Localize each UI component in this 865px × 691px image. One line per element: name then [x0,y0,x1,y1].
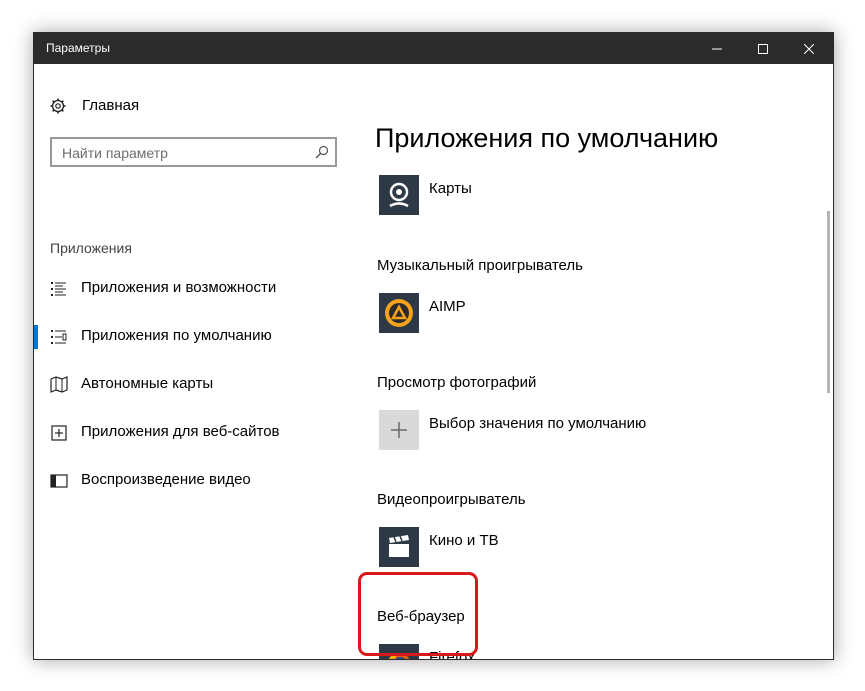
app-name: Выбор значения по умолчанию [429,415,647,432]
category-label: Просмотр фотографий [377,374,537,391]
gear-icon [50,98,66,114]
sidebar-item-apps-for-websites[interactable]: Приложения для веб-сайтов [34,411,349,455]
title-bar: Параметры [34,33,833,64]
home-link[interactable]: Главная [34,64,349,114]
default-app-music[interactable]: AIMP [349,293,649,337]
section-title: Приложения [50,240,132,256]
sidebar: Главная Найти параметр Приложения Прилож… [34,64,349,659]
default-app-photos[interactable]: Выбор значения по умолчанию [349,410,669,454]
close-icon [804,43,814,54]
maximize-button[interactable] [740,33,786,64]
sidebar-item-default-apps[interactable]: Приложения по умолчанию [34,315,349,359]
search-input[interactable]: Найти параметр [50,137,337,167]
maximize-icon [758,43,768,54]
window-title: Параметры [46,41,110,55]
settings-window: Параметры Главная Найти параметр Приложе… [33,32,834,660]
app-name: Кино и ТВ [429,532,499,549]
sidebar-item-offline-maps[interactable]: Автономные карты [34,363,349,407]
sidebar-item-video-playback[interactable]: Воспроизведение видео [34,459,349,503]
home-label: Главная [82,97,140,114]
sidebar-item-label: Автономные карты [81,375,214,392]
video-icon [50,474,68,488]
sidebar-item-apps-features[interactable]: Приложения и возможности [34,267,349,311]
default-app-maps[interactable]: Карты [349,175,649,219]
movies-tv-icon [379,527,419,567]
search-icon[interactable] [315,145,329,159]
page-title: Приложения по умолчанию [375,123,719,153]
aimp-icon [379,293,419,333]
highlight-annotation [358,572,478,656]
list-icon [51,282,66,296]
app-name: AIMP [429,298,466,315]
close-button[interactable] [786,33,832,64]
default-app-video[interactable]: Кино и ТВ [349,527,649,571]
category-label: Видеопроигрыватель [377,491,526,508]
main-content: Приложения по умолчанию Карты Музыкальны… [349,64,833,659]
selection-indicator [34,325,38,349]
sidebar-item-label: Приложения и возможности [81,279,277,296]
map-icon [50,376,68,393]
scrollbar[interactable] [827,211,830,393]
maps-app-icon [379,175,419,215]
web-app-icon [51,425,67,441]
minimize-button[interactable] [694,33,740,64]
app-name: Карты [429,180,472,197]
sidebar-item-label: Воспроизведение видео [81,471,251,488]
minimize-icon [712,48,722,49]
search-placeholder: Найти параметр [62,145,168,161]
category-label: Музыкальный проигрыватель [377,257,583,274]
default-apps-icon [51,330,67,344]
sidebar-item-label: Приложения по умолчанию [81,327,272,344]
plus-icon [379,410,419,450]
sidebar-item-label: Приложения для веб-сайтов [81,423,280,440]
